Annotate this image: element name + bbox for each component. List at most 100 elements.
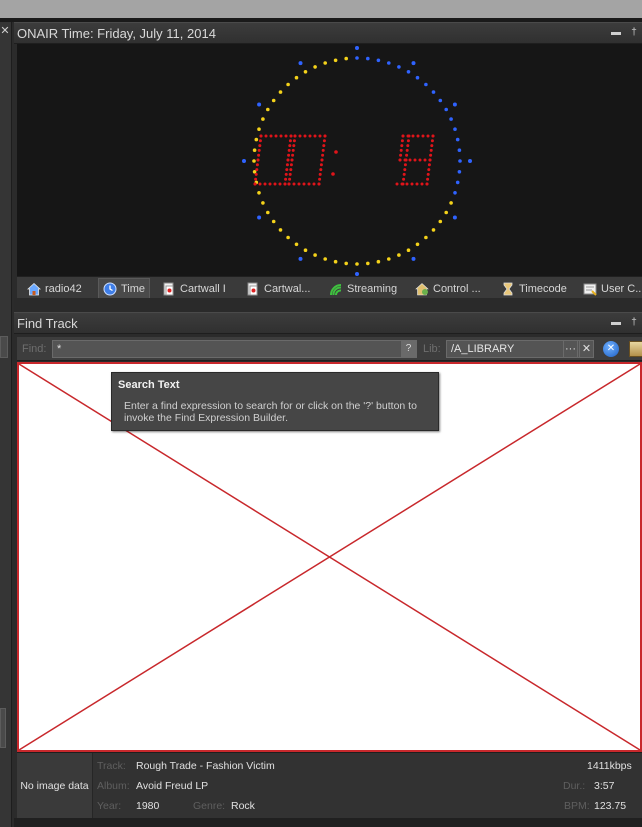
clock-digit-dot xyxy=(406,134,410,138)
clock-digit-dot xyxy=(292,139,296,143)
clock-digit-dot xyxy=(307,182,311,186)
clock-digit-dot xyxy=(321,153,325,157)
clock-digit-dot xyxy=(317,182,321,186)
clock-digit-dot xyxy=(318,172,322,176)
hour-marker-dot xyxy=(411,256,416,261)
clock-digit-dot xyxy=(269,134,273,138)
remaining-second-dot xyxy=(254,137,259,142)
close-icon[interactable]: ✕ xyxy=(0,24,10,38)
pin-icon[interactable]: † xyxy=(627,316,641,330)
clock-digit-dot xyxy=(264,134,268,138)
find-toolbar: Find: * ? Lib: /A_LIBRARY ··· ✕ ✕ xyxy=(17,337,642,361)
clock-colon-dot xyxy=(331,172,335,176)
onair-clock xyxy=(17,44,642,276)
elapsed-second-dot xyxy=(457,170,462,174)
clock-digit-dot xyxy=(410,182,414,186)
hour-marker-dot xyxy=(298,256,303,261)
clock-digit-dot xyxy=(288,144,292,148)
user-command-icon xyxy=(583,282,597,296)
remaining-second-dot xyxy=(278,228,283,232)
remaining-second-dot xyxy=(261,117,265,121)
clock-digit-dot xyxy=(278,182,282,186)
tab-timecode[interactable]: Timecode xyxy=(497,278,571,299)
clock-digit-dot xyxy=(427,163,431,167)
library-input[interactable]: /A_LIBRARY xyxy=(446,340,580,358)
clock-digit-dot xyxy=(258,139,262,143)
remaining-second-dot xyxy=(431,228,436,232)
bpm-label: BPM: xyxy=(564,800,590,812)
remaining-second-dot xyxy=(271,219,276,224)
duration-label: Dur.: xyxy=(563,780,586,792)
tab-streaming[interactable]: Streaming xyxy=(325,278,401,299)
tab-label: Timecode xyxy=(519,282,567,295)
clock-digit-dot xyxy=(322,144,326,148)
clock-digit-dot xyxy=(257,153,261,157)
clock-digit-dot xyxy=(287,182,291,186)
home-icon xyxy=(26,282,42,296)
clock-digit-dot xyxy=(298,134,302,138)
elapsed-second-dot xyxy=(387,61,391,65)
elapsed-second-dot xyxy=(453,127,457,131)
clock-digit-dot xyxy=(321,148,325,152)
clock-digit-dot xyxy=(398,158,402,162)
hour-marker-dot xyxy=(257,215,262,220)
control-icon xyxy=(415,282,429,296)
elapsed-second-dot xyxy=(457,148,462,152)
clear-search-icon[interactable]: ✕ xyxy=(603,341,619,357)
clock-digit-dot xyxy=(284,134,288,138)
tab-control[interactable]: Control ... xyxy=(411,278,493,299)
remaining-second-dot xyxy=(294,242,299,247)
minimize-icon[interactable]: ▬ xyxy=(609,26,623,40)
hour-marker-dot xyxy=(257,102,262,107)
options-icon[interactable] xyxy=(629,341,642,357)
clock-digit-dot xyxy=(291,153,295,157)
duration-value: 3:57 xyxy=(594,780,615,792)
find-expression-builder-button[interactable]: ? xyxy=(401,341,416,357)
gutter-handle[interactable] xyxy=(0,336,8,358)
clock-digit-dot xyxy=(259,134,263,138)
elapsed-second-dot xyxy=(355,56,359,60)
album-label: Album: xyxy=(97,780,130,792)
find-expression-input[interactable]: * xyxy=(52,340,417,358)
clock-digit-dot xyxy=(402,172,406,176)
clock-digit-dot xyxy=(418,158,422,162)
hour-marker-dot xyxy=(242,159,246,163)
clock-digit-dot xyxy=(430,144,434,148)
clock-digit-dot xyxy=(274,134,278,138)
clock-digit-dot xyxy=(430,139,434,143)
clock-digit-dot xyxy=(302,182,306,186)
clock-digit-dot xyxy=(283,182,287,186)
elapsed-second-dot xyxy=(431,90,436,94)
clock-digit-dot xyxy=(400,139,404,143)
library-remove-button[interactable]: ✕ xyxy=(579,340,594,358)
remaining-second-dot xyxy=(323,61,328,65)
clock-digit-dot xyxy=(292,144,296,148)
tab-time[interactable]: Time xyxy=(98,278,151,299)
clock-digit-dot xyxy=(318,177,322,181)
find-panel-header: Find Track ▬ † xyxy=(14,312,642,334)
clock-digit-dot xyxy=(405,153,409,157)
clock-digit-dot xyxy=(285,168,289,172)
remaining-second-dot xyxy=(266,107,270,112)
tab-user-command[interactable]: User C... xyxy=(579,278,642,299)
tab-cartwall-1[interactable]: Cartwall I xyxy=(158,278,230,299)
pin-icon[interactable]: † xyxy=(627,26,641,40)
remaining-second-dot xyxy=(415,242,420,247)
gutter-scroll-handle[interactable] xyxy=(0,708,6,748)
clock-digit-dot xyxy=(254,177,258,181)
tab-label: Time xyxy=(121,283,146,295)
clock-digit-dot xyxy=(406,139,410,143)
hourglass-icon xyxy=(501,282,515,296)
streaming-icon xyxy=(329,282,343,296)
clock-digit-dot xyxy=(413,158,417,162)
library-browse-button[interactable]: ··· xyxy=(563,340,578,358)
tab-radio42[interactable]: radio42 xyxy=(23,278,86,299)
find-label: Find: xyxy=(22,343,47,355)
clock-digit-dot xyxy=(308,134,312,138)
clock-digit-dot xyxy=(403,163,407,167)
tab-cartwall-2[interactable]: Cartwal... xyxy=(242,278,322,299)
clock-digit-dot xyxy=(323,134,327,138)
minimize-icon[interactable]: ▬ xyxy=(609,316,623,330)
remaining-second-dot xyxy=(294,75,299,80)
elapsed-second-dot xyxy=(415,75,420,80)
